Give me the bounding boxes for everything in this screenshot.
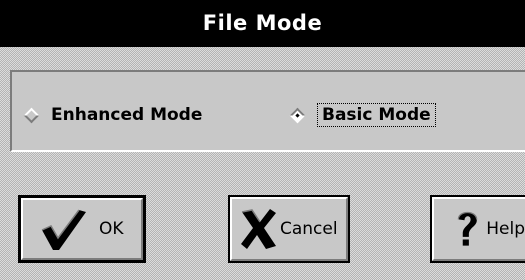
title-divider xyxy=(0,46,525,47)
cancel-label: Cancel xyxy=(280,219,338,239)
file-mode-dialog: File Mode Enhanced Mode Basic Mode OK Ca… xyxy=(0,0,525,280)
question-mark-icon xyxy=(457,211,478,246)
basic-mode-focus: Basic Mode xyxy=(317,103,436,127)
radio-diamond-selected-icon xyxy=(289,107,306,123)
basic-mode-label: Basic Mode xyxy=(322,105,431,125)
ok-button[interactable]: OK xyxy=(18,195,146,263)
x-icon xyxy=(241,209,276,249)
ok-label: OK xyxy=(99,219,124,239)
title-bar[interactable]: File Mode xyxy=(0,0,525,46)
dialog-title: File Mode xyxy=(202,11,323,35)
enhanced-mode-radio[interactable]: Enhanced Mode xyxy=(22,100,202,130)
help-button[interactable]: Help xyxy=(430,195,525,263)
cancel-button[interactable]: Cancel xyxy=(228,195,350,263)
radio-diamond-icon xyxy=(23,107,40,123)
help-label: Help xyxy=(486,219,525,239)
checkmark-icon xyxy=(41,209,86,250)
enhanced-mode-label: Enhanced Mode xyxy=(51,105,203,125)
basic-mode-radio[interactable]: Basic Mode xyxy=(288,100,436,130)
